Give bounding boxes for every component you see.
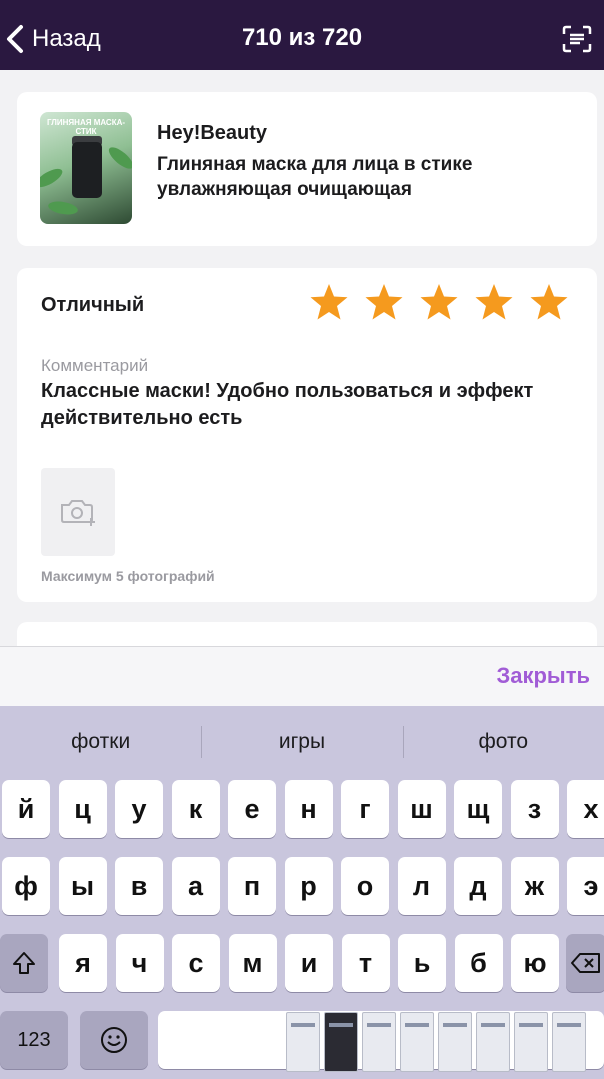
- key-ж[interactable]: ж: [510, 857, 559, 915]
- tray-thumbnail[interactable]: [514, 1012, 548, 1072]
- review-card: Отличный Комментарий Классные маски! Удо…: [17, 268, 597, 602]
- photo-limit-hint: Максимум 5 фотографий: [41, 568, 215, 584]
- star-icon[interactable]: [419, 282, 459, 322]
- comment-label: Комментарий: [41, 356, 149, 375]
- key-р[interactable]: р: [284, 857, 333, 915]
- product-name: Глиняная маска для лица в стике увлажняю…: [157, 154, 473, 200]
- key-а[interactable]: а: [171, 857, 220, 915]
- key-б[interactable]: б: [454, 934, 503, 992]
- key-ы[interactable]: ы: [58, 857, 107, 915]
- key-н[interactable]: н: [284, 780, 333, 838]
- tray-thumbnail[interactable]: [286, 1012, 320, 1072]
- app-switcher-tray: [286, 1012, 604, 1074]
- key-з[interactable]: з: [510, 780, 559, 838]
- numbers-key[interactable]: 123: [0, 1011, 68, 1069]
- suggestion-item[interactable]: фото: [402, 706, 604, 774]
- key-т[interactable]: т: [341, 934, 390, 992]
- tray-thumbnail[interactable]: [438, 1012, 472, 1072]
- key-к[interactable]: к: [171, 780, 220, 838]
- key-е[interactable]: е: [228, 780, 276, 838]
- backspace-icon: [571, 953, 600, 973]
- page-title: 710 из 720: [241, 24, 363, 51]
- emoji-key[interactable]: [80, 1011, 148, 1069]
- product-card: ГЛИНЯНАЯ МАСКА-СТИК Hey!Beauty Глиняная …: [17, 92, 597, 246]
- key-и[interactable]: и: [285, 934, 333, 992]
- suggestion-item[interactable]: фотки: [0, 706, 201, 774]
- key-о[interactable]: о: [341, 857, 389, 915]
- delete-key[interactable]: [566, 934, 604, 992]
- key-я[interactable]: я: [59, 934, 107, 992]
- key-ч[interactable]: ч: [115, 934, 164, 992]
- rating-label: Отличный: [41, 294, 145, 316]
- scan-icon: [562, 25, 592, 53]
- key-г[interactable]: г: [341, 780, 389, 838]
- top-bar: Назад 710 из 720: [0, 0, 604, 70]
- product-image-caption: ГЛИНЯНАЯ МАСКА-СТИК: [46, 118, 126, 136]
- key-ц[interactable]: ц: [58, 780, 107, 838]
- key-в[interactable]: в: [115, 857, 163, 915]
- star-icon[interactable]: [474, 282, 514, 322]
- close-keyboard-button[interactable]: Закрыть: [496, 663, 590, 689]
- star-icon[interactable]: [529, 282, 569, 322]
- product-brand: Hey!Beauty: [157, 122, 268, 144]
- key-ь[interactable]: ь: [398, 934, 446, 992]
- emoji-icon: [101, 1027, 127, 1053]
- key-х[interactable]: х: [567, 780, 604, 838]
- key-м[interactable]: м: [228, 934, 277, 992]
- tray-thumbnail[interactable]: [362, 1012, 396, 1072]
- tray-thumbnail[interactable]: [552, 1012, 586, 1072]
- shift-icon: [13, 952, 35, 974]
- scan-button[interactable]: [560, 22, 594, 56]
- key-щ[interactable]: щ: [454, 780, 502, 838]
- product-image: ГЛИНЯНАЯ МАСКА-СТИК: [40, 112, 132, 224]
- star-rating[interactable]: [309, 282, 569, 322]
- star-icon[interactable]: [364, 282, 404, 322]
- key-у[interactable]: у: [115, 780, 163, 838]
- key-с[interactable]: с: [172, 934, 220, 992]
- tray-thumbnail[interactable]: [400, 1012, 434, 1072]
- camera-add-icon: [61, 500, 95, 526]
- star-icon[interactable]: [309, 282, 349, 322]
- keyboard-accessory-bar: Закрыть: [0, 646, 604, 706]
- key-л[interactable]: л: [397, 857, 446, 915]
- add-photo-button[interactable]: [41, 468, 115, 556]
- tray-thumbnail[interactable]: [324, 1012, 358, 1072]
- key-й[interactable]: й: [2, 780, 50, 838]
- suggestion-bar: фотки игры фото: [0, 706, 604, 774]
- key-ф[interactable]: ф: [2, 857, 50, 915]
- key-ю[interactable]: ю: [511, 934, 559, 992]
- tray-thumbnail[interactable]: [476, 1012, 510, 1072]
- key-п[interactable]: п: [228, 857, 276, 915]
- key-д[interactable]: д: [454, 857, 502, 915]
- key-э[interactable]: э: [567, 857, 604, 915]
- shift-key[interactable]: [0, 934, 48, 992]
- key-ш[interactable]: ш: [397, 780, 446, 838]
- suggestion-item[interactable]: игры: [201, 706, 402, 774]
- comment-input[interactable]: Классные маски! Удобно пользоваться и эф…: [41, 378, 571, 432]
